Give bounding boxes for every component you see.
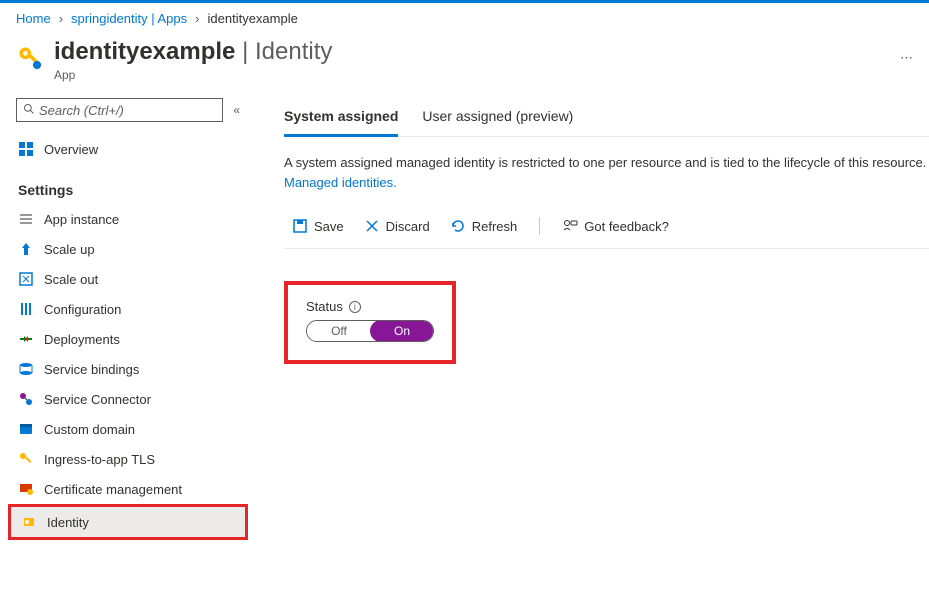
status-section: Status i Off On — [284, 281, 456, 364]
status-label: Status — [306, 299, 343, 314]
configuration-icon — [18, 301, 34, 317]
sidebar-item-label: Identity — [47, 515, 89, 530]
refresh-icon — [450, 218, 466, 234]
sidebar-item-app-instance[interactable]: App instance — [8, 204, 248, 234]
info-icon[interactable]: i — [349, 301, 361, 313]
sidebar-item-label: Custom domain — [44, 422, 135, 437]
connector-icon — [18, 391, 34, 407]
sidebar-item-scale-out[interactable]: Scale out — [8, 264, 248, 294]
feedback-button[interactable]: Got feedback? — [554, 214, 677, 238]
sidebar-item-service-connector[interactable]: Service Connector — [8, 384, 248, 414]
description: A system assigned managed identity is re… — [284, 137, 929, 196]
sidebar-item-deployments[interactable]: Deployments — [8, 324, 248, 354]
breadcrumb: Home › springidentity | Apps › identitye… — [0, 3, 929, 34]
sidebar-item-certificate-management[interactable]: Certificate management — [8, 474, 248, 504]
sidebar-item-configuration[interactable]: Configuration — [8, 294, 248, 324]
search-icon — [23, 103, 35, 118]
sidebar-item-scale-up[interactable]: Scale up — [8, 234, 248, 264]
identity-icon — [21, 514, 37, 530]
save-button[interactable]: Save — [284, 214, 352, 238]
toggle-off[interactable]: Off — [307, 321, 371, 341]
certificate-icon — [18, 481, 34, 497]
more-icon[interactable]: ⋯ — [900, 50, 913, 66]
sidebar-item-label: Deployments — [44, 332, 120, 347]
sidebar-item-label: Service bindings — [44, 362, 139, 377]
overview-icon — [18, 141, 34, 157]
page-header: identityexample | Identity App ⋯ — [0, 34, 929, 94]
sidebar-item-custom-domain[interactable]: Custom domain — [8, 414, 248, 444]
sidebar-section-settings: Settings — [8, 176, 248, 204]
sidebar-item-label: Ingress-to-app TLS — [44, 452, 155, 467]
scale-up-icon — [18, 241, 34, 257]
status-label-row: Status i — [306, 299, 434, 314]
page-subtitle: App — [54, 68, 870, 82]
tabs: System assigned User assigned (preview) — [284, 98, 929, 137]
key-icon — [18, 451, 34, 467]
deployments-icon — [18, 331, 34, 347]
sidebar-item-identity[interactable]: Identity — [8, 504, 248, 540]
collapse-icon[interactable]: « — [233, 103, 240, 117]
refresh-button[interactable]: Refresh — [442, 214, 526, 238]
sidebar: « Overview Settings App instance Scale u… — [0, 94, 256, 540]
toolbar-separator — [539, 217, 540, 235]
toolbar: Save Discard Refresh Got feedback? — [284, 204, 929, 249]
sidebar-item-ingress-tls[interactable]: Ingress-to-app TLS — [8, 444, 248, 474]
sidebar-item-label: Service Connector — [44, 392, 151, 407]
main-content: System assigned User assigned (preview) … — [256, 94, 929, 540]
list-icon — [18, 211, 34, 227]
sidebar-item-label: App instance — [44, 212, 119, 227]
scale-out-icon — [18, 271, 34, 287]
sidebar-item-label: Certificate management — [44, 482, 182, 497]
sidebar-item-label: Scale up — [44, 242, 95, 257]
feedback-icon — [562, 218, 578, 234]
key-icon — [16, 44, 44, 72]
managed-identities-link[interactable]: Managed identities. — [284, 175, 397, 190]
breadcrumb-home[interactable]: Home — [16, 11, 51, 26]
search-input[interactable] — [39, 103, 216, 118]
tab-system-assigned[interactable]: System assigned — [284, 98, 398, 137]
sidebar-item-service-bindings[interactable]: Service bindings — [8, 354, 248, 384]
sidebar-item-label: Configuration — [44, 302, 121, 317]
domain-icon — [18, 421, 34, 437]
sidebar-item-label: Overview — [44, 142, 98, 157]
save-icon — [292, 218, 308, 234]
search-box[interactable] — [16, 98, 223, 122]
breadcrumb-level1[interactable]: springidentity | Apps — [71, 11, 187, 26]
discard-icon — [364, 218, 380, 234]
chevron-right-icon: › — [195, 11, 199, 26]
toggle-on[interactable]: On — [370, 320, 434, 342]
chevron-right-icon: › — [59, 11, 63, 26]
page-title: identityexample | Identity — [54, 38, 870, 66]
tab-user-assigned[interactable]: User assigned (preview) — [422, 98, 573, 136]
discard-button[interactable]: Discard — [356, 214, 438, 238]
breadcrumb-current: identityexample — [208, 11, 298, 26]
bindings-icon — [18, 361, 34, 377]
sidebar-item-overview[interactable]: Overview — [8, 134, 248, 164]
status-toggle[interactable]: Off On — [306, 320, 434, 342]
sidebar-item-label: Scale out — [44, 272, 98, 287]
